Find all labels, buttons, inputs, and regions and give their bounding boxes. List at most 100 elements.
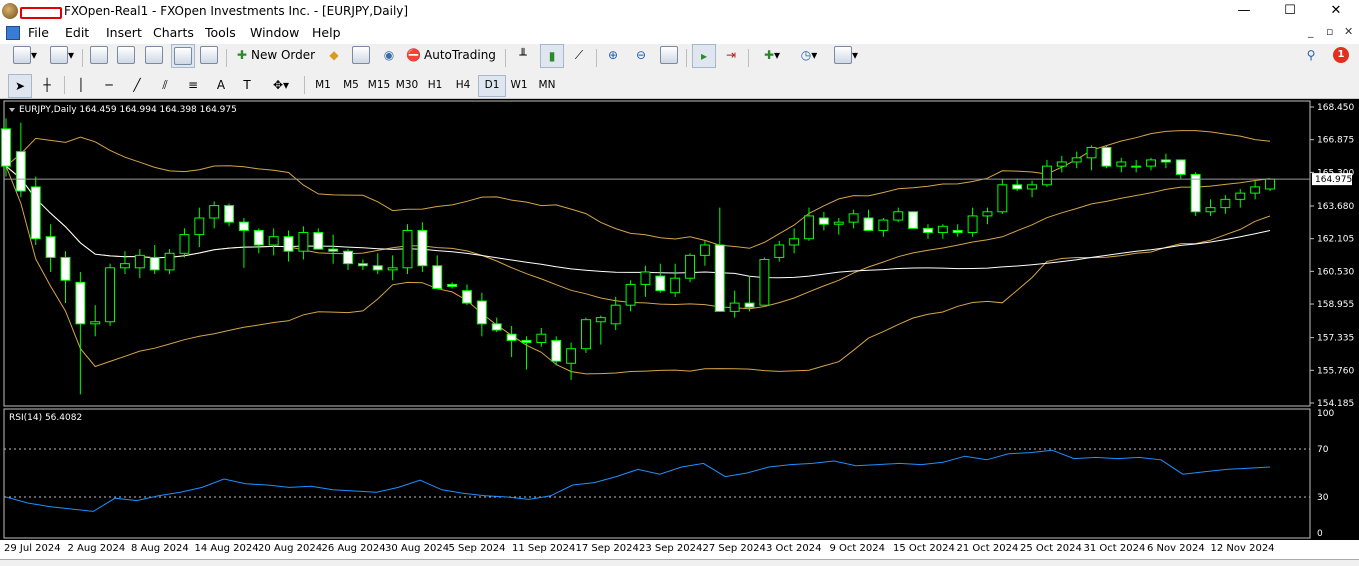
tile-windows-button[interactable] <box>658 44 680 66</box>
time-axis-label: 30 Aug 2024 <box>385 543 450 554</box>
trendline-button[interactable]: ╱ <box>126 74 148 96</box>
terminal-button[interactable] <box>171 44 195 68</box>
autoscroll-button[interactable]: ▸ <box>692 44 716 68</box>
label-tool-button[interactable]: T <box>236 74 258 96</box>
line-chart-button[interactable]: ⟋ <box>568 44 590 66</box>
fibonacci-button[interactable]: ≡ <box>182 74 204 96</box>
tf-mn[interactable]: MN <box>534 75 560 95</box>
horizontal-line-button[interactable]: ─ <box>98 74 120 96</box>
vertical-line-button[interactable]: │ <box>70 74 92 96</box>
templates-icon <box>833 46 852 64</box>
minimize-button[interactable]: — <box>1221 0 1267 22</box>
menu-edit[interactable]: Edit <box>65 25 89 40</box>
time-axis-label: 12 Nov 2024 <box>1210 543 1275 554</box>
bar-chart-button[interactable]: ╨ <box>512 44 534 66</box>
tf-w1[interactable]: W1 <box>506 75 532 95</box>
mdi-restore-button[interactable]: ▫ <box>1326 25 1333 38</box>
crosshair-tool-button[interactable]: ┼ <box>36 74 58 96</box>
cursor-tool-button[interactable]: ➤ <box>8 74 32 98</box>
new-chart-button[interactable]: ▾ <box>6 44 44 66</box>
line-chart-icon: ⟋ <box>574 47 584 62</box>
price-tick-label: 158.955 <box>1317 300 1354 310</box>
zoom-in-button[interactable]: ⊕ <box>602 44 624 66</box>
candle-body <box>536 333 547 344</box>
main-chart-header: EURJPY,Daily 164.459 164.994 164.398 164… <box>19 105 237 115</box>
profiles-button[interactable]: ▾ <box>46 44 78 66</box>
candle-body <box>848 213 859 223</box>
tf-m5[interactable]: M5 <box>338 75 364 95</box>
templates-button[interactable]: ▾ <box>829 44 863 66</box>
tf-m1[interactable]: M1 <box>310 75 336 95</box>
candle-body <box>655 275 666 292</box>
arrows-tool-button[interactable]: ✥ ▾ <box>264 74 298 96</box>
crosshair-data-icon <box>117 46 135 64</box>
maximize-button[interactable]: ☐ <box>1267 0 1313 22</box>
time-axis-label: 17 Sep 2024 <box>575 543 639 554</box>
price-tick-label: 155.760 <box>1317 366 1354 376</box>
chart-shift-button[interactable]: ⇥ <box>720 44 742 66</box>
indicators-button[interactable]: ✚ ▾ <box>755 44 789 66</box>
menu-window[interactable]: Window <box>250 25 299 40</box>
time-axis-label: 21 Oct 2024 <box>956 543 1019 554</box>
signals-button[interactable]: ◆ <box>323 44 345 66</box>
candle-body <box>75 281 86 325</box>
candle-body <box>521 339 532 344</box>
candle-body <box>923 227 933 234</box>
navigator-button[interactable] <box>143 44 165 66</box>
candle-body <box>476 300 487 325</box>
tf-h4[interactable]: H4 <box>450 75 476 95</box>
chart-window[interactable]: 10070300 168.450166.875165.300163.680162… <box>0 99 1359 540</box>
candle-body <box>238 221 249 231</box>
tf-d1[interactable]: D1 <box>478 75 506 97</box>
time-axis-label: 26 Aug 2024 <box>321 543 386 554</box>
menu-file[interactable]: File <box>28 25 49 40</box>
window-title: FXOpen-Real1 - FXOpen Investments Inc. -… <box>64 4 409 18</box>
current-price-label: 164.975 <box>1315 175 1352 185</box>
candle-body <box>15 151 26 192</box>
channel-button[interactable]: ⫽ <box>154 74 176 96</box>
close-button[interactable]: ✕ <box>1313 0 1359 22</box>
candle-body <box>194 217 205 236</box>
candlestick-button[interactable]: ▮ <box>540 44 564 68</box>
menu-tools[interactable]: Tools <box>205 25 236 40</box>
candle-body <box>580 319 591 350</box>
tf-m30[interactable]: M30 <box>394 75 420 95</box>
market-button[interactable] <box>350 44 372 66</box>
mdi-minimize-button[interactable]: _ <box>1308 25 1314 38</box>
tf-m15[interactable]: M15 <box>366 75 392 95</box>
crosshair-icon: ┼ <box>43 78 51 92</box>
menu-help[interactable]: Help <box>312 25 341 40</box>
menu-charts[interactable]: Charts <box>153 25 194 40</box>
time-axis-label: 20 Aug 2024 <box>258 543 323 554</box>
data-window-button[interactable] <box>115 44 137 66</box>
search-button[interactable]: ⚲ <box>1300 44 1322 66</box>
candle-body <box>952 229 963 234</box>
candle-body <box>640 271 651 285</box>
mdi-close-button[interactable]: ✕ <box>1344 25 1353 38</box>
candle-body <box>357 263 368 267</box>
notifications-button[interactable]: 1 <box>1328 44 1354 66</box>
candle-body <box>209 205 220 219</box>
candle-body <box>268 236 279 246</box>
text-tool-button[interactable]: A <box>210 74 232 96</box>
candle-body <box>1235 192 1246 200</box>
tf-h1[interactable]: H1 <box>422 75 448 95</box>
new-order-button[interactable]: ✚ New Order <box>234 44 318 66</box>
candle-body <box>283 236 294 252</box>
strategy-tester-button[interactable] <box>198 44 220 66</box>
zoom-in-icon: ⊕ <box>607 48 619 62</box>
menu-insert[interactable]: Insert <box>106 25 142 40</box>
candle-body <box>417 229 428 267</box>
candle-body <box>1071 157 1082 163</box>
candle-body <box>997 184 1008 213</box>
chart-window-icon <box>6 26 20 40</box>
chart-canvas[interactable]: 10070300 168.450166.875165.300163.680162… <box>0 99 1359 540</box>
candle-body <box>1086 146 1097 159</box>
autotrading-button[interactable]: ⛔ AutoTrading <box>405 44 497 66</box>
vps-button[interactable]: ◉ <box>378 44 400 66</box>
rsi-tick-label: 30 <box>1317 493 1329 503</box>
periods-button[interactable]: ◷ ▾ <box>792 44 826 66</box>
market-watch-button[interactable] <box>88 44 110 66</box>
zoom-out-button[interactable]: ⊖ <box>630 44 652 66</box>
candle-body <box>224 205 235 223</box>
